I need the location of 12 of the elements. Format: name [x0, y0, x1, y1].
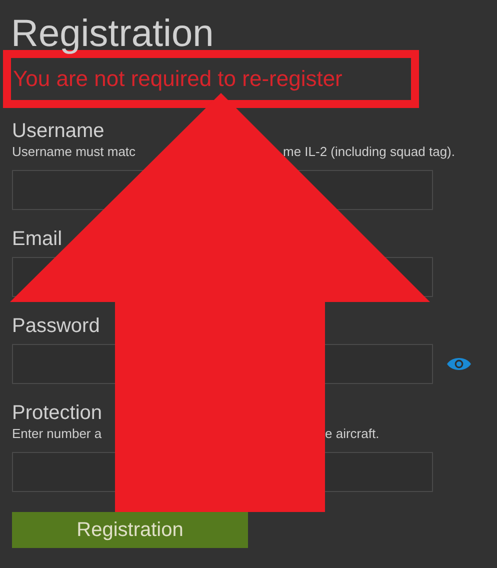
hint-text: me IL-2 (including squad tag). — [283, 144, 455, 160]
hint-text: e aircraft. — [325, 426, 380, 442]
hint-text: Enter number a — [12, 426, 102, 442]
notice-text: You are not required to re-register — [13, 66, 342, 92]
field-label: Protection — [12, 401, 102, 425]
field-label: Email — [12, 227, 62, 251]
field-label: Username — [12, 119, 104, 143]
field-label: Password — [12, 314, 100, 338]
hint-text: Username must matc — [12, 144, 136, 160]
page-title: Registration — [11, 13, 214, 55]
eye-icon[interactable] — [446, 356, 472, 372]
registration-button[interactable]: Registration — [12, 512, 248, 548]
